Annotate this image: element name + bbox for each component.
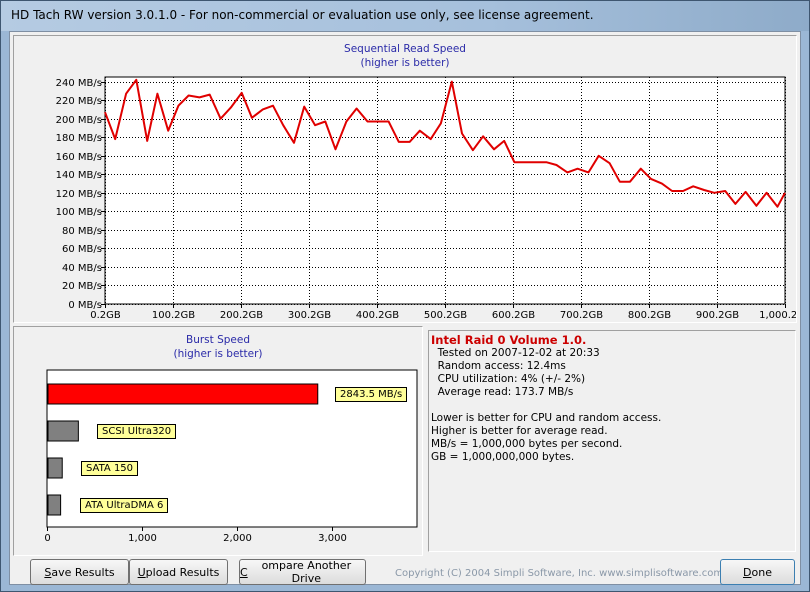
copyright-text: Copyright (C) 2004 Simpli Software, Inc.… xyxy=(395,568,724,579)
y-tick-label: 200 MB/s xyxy=(56,115,102,126)
title-bar[interactable]: HD Tach RW version 3.0.1.0 - For non-com… xyxy=(1,1,809,31)
results-info-panel: Intel Raid 0 Volume 1.0. Tested on 2007-… xyxy=(428,330,796,552)
note-higher-better: Higher is better for average read. xyxy=(431,425,608,437)
burst-bar-2 xyxy=(47,457,63,479)
compare-label: ompare Another Drive xyxy=(261,559,352,585)
cpu-utilization-text: CPU utilization: 4% (+/- 2%) xyxy=(431,373,586,385)
y-tick-label: 60 MB/s xyxy=(62,244,102,255)
y-tick-label: 140 MB/s xyxy=(56,170,102,181)
y-tick-label: 120 MB/s xyxy=(56,189,102,200)
done-mnemonic: D xyxy=(743,565,752,579)
note-mbs-definition: MB/s = 1,000,000 bytes per second. xyxy=(431,438,623,450)
x-tick-label: 300.2GB xyxy=(288,310,331,321)
burst-bar-label-2: SATA 150 xyxy=(81,461,139,476)
burst-bar-label-0: 2843.5 MB/s xyxy=(335,387,408,402)
burst-bar-label-3: ATA UltraDMA 6 xyxy=(80,498,169,513)
done-label: one xyxy=(751,565,772,579)
note-lower-better: Lower is better for CPU and random acces… xyxy=(431,412,662,424)
compare-another-drive-button[interactable]: Compare Another Drive xyxy=(239,559,366,585)
x-tick-label: 0.2GB xyxy=(90,310,121,321)
x-tick-label: 600.2GB xyxy=(492,310,535,321)
note-gb-definition: GB = 1,000,000,000 bytes. xyxy=(431,451,575,463)
burst-x-tick-label: 0 xyxy=(44,533,50,544)
burst-chart: 0 1,000 2,000 3,000 xyxy=(44,369,418,544)
done-button[interactable]: Done xyxy=(720,559,795,585)
save-label: ave Results xyxy=(51,565,115,579)
burst-bar-1 xyxy=(47,420,79,442)
y-tick-label: 80 MB/s xyxy=(62,226,102,237)
burst-x-tick-label: 2,000 xyxy=(223,533,252,544)
burst-bar-label-1: SCSI Ultra320 xyxy=(97,424,177,439)
x-tick-label: 200.2GB xyxy=(220,310,263,321)
compare-mnemonic: C xyxy=(240,565,248,579)
random-access-text: Random access: 12.4ms xyxy=(431,360,566,372)
x-tick-label: 400.2GB xyxy=(356,310,399,321)
y-tick-label: 160 MB/s xyxy=(56,152,102,163)
burst-x-tick-label: 3,000 xyxy=(318,533,347,544)
upload-label: pload Results xyxy=(145,565,220,579)
x-tick-label: 100.2GB xyxy=(152,310,195,321)
average-read-text: Average read: 173.7 MB/s xyxy=(431,386,574,398)
y-tick-label: 40 MB/s xyxy=(62,263,102,274)
upload-results-button[interactable]: Upload Results xyxy=(129,559,228,585)
burst-x-tick-label: 1,000 xyxy=(128,533,157,544)
x-tick-label: 700.2GB xyxy=(560,310,603,321)
y-tick-label: 100 MB/s xyxy=(56,207,102,218)
y-tick-label: 180 MB/s xyxy=(56,133,102,144)
app-window: HD Tach RW version 3.0.1.0 - For non-com… xyxy=(0,0,810,592)
save-results-button[interactable]: Save Results xyxy=(30,559,129,585)
test-date-text: Tested on 2007-12-02 at 20:33 xyxy=(431,347,600,359)
y-tick-label: 20 MB/s xyxy=(62,281,102,292)
client-area: Sequential Read Speed (higher is better)… xyxy=(9,31,801,585)
x-tick-label: 500.2GB xyxy=(424,310,467,321)
burst-bar-3 xyxy=(47,494,62,516)
sequential-chart: 0 MB/s20 MB/s40 MB/s60 MB/s80 MB/s100 MB… xyxy=(56,76,796,321)
save-mnemonic: S xyxy=(44,565,52,579)
x-tick-label: 1,000.2GB xyxy=(759,310,796,321)
window-title: HD Tach RW version 3.0.1.0 - For non-com… xyxy=(11,8,594,22)
burst-chart-panel: Burst Speed (higher is better) 0 1,000 2,0… xyxy=(13,326,423,556)
y-tick-label: 220 MB/s xyxy=(56,96,102,107)
x-tick-label: 900.2GB xyxy=(696,310,739,321)
y-tick-label: 240 MB/s xyxy=(56,78,102,89)
upload-mnemonic: U xyxy=(137,565,146,579)
drive-name-heading: Intel Raid 0 Volume 1.0. xyxy=(431,333,587,347)
burst-bar-0 xyxy=(47,383,319,405)
sequential-chart-panel: Sequential Read Speed (higher is better)… xyxy=(13,35,797,323)
x-tick-label: 800.2GB xyxy=(628,310,671,321)
